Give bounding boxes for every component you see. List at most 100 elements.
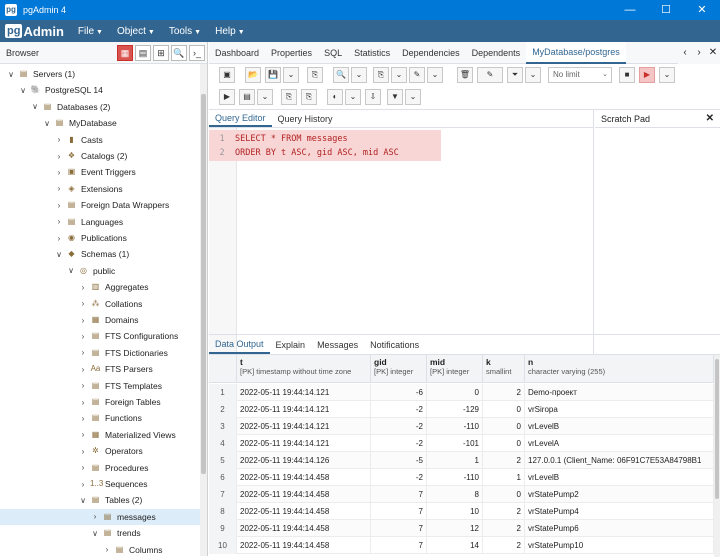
row-number-cell[interactable]: 2 — [209, 401, 237, 418]
table-cell-mid[interactable]: -110 — [427, 418, 483, 435]
table-cell-n[interactable]: vrLevelA — [525, 435, 714, 452]
save-icon[interactable]: 💾 — [265, 67, 281, 83]
explain-options-dropdown[interactable]: ⌄ — [257, 89, 273, 105]
chevron-right-icon[interactable]: › — [692, 42, 706, 64]
table-cell-k[interactable]: 0 — [483, 401, 525, 418]
grid-scrollbar[interactable] — [714, 355, 720, 557]
table-cell-t[interactable]: 2022-05-11 19:44:14.458 — [237, 486, 371, 503]
browser-scrollbar[interactable] — [200, 64, 207, 556]
table-row[interactable]: 7 2022-05-11 19:44:14.458 7 8 0 vrStatePump2 — [209, 486, 714, 503]
row-number-cell[interactable]: 9 — [209, 520, 237, 537]
table-cell-k[interactable]: 0 — [483, 435, 525, 452]
table-cell-k[interactable]: 2 — [483, 537, 525, 554]
expand-toggle-icon[interactable]: ∨ — [30, 102, 40, 111]
tab-dependencies[interactable]: Dependencies — [396, 42, 466, 64]
tree-node[interactable]: ∨ ▤ Databases (2) — [0, 99, 200, 115]
table-cell-n[interactable]: Demo-проект — [525, 384, 714, 401]
code-line[interactable]: 1 SELECT * FROM messages — [209, 132, 347, 146]
tree-node[interactable]: › ▦ Domains — [0, 312, 200, 328]
expand-toggle-icon[interactable]: › — [54, 217, 64, 226]
code-line[interactable]: 2 ORDER BY t ASC, gid ASC, mid ASC — [209, 146, 398, 160]
filter-options-dropdown[interactable]: ⌄ — [525, 67, 541, 83]
tree-node[interactable]: › ▤ Procedures — [0, 460, 200, 476]
tab-data-output[interactable]: Data Output — [209, 335, 270, 354]
close-icon[interactable]: ✕ — [706, 110, 714, 128]
execute-icon[interactable]: ▶ — [639, 67, 655, 83]
tree-node[interactable]: › ▤ Functions — [0, 410, 200, 426]
tab-explain[interactable]: Explain — [270, 335, 312, 354]
object-explorer-icon[interactable]: ▦ — [117, 45, 133, 61]
expand-toggle-icon[interactable]: ∨ — [6, 70, 16, 79]
table-cell-k[interactable]: 2 — [483, 452, 525, 469]
expand-toggle-icon[interactable]: › — [54, 201, 64, 210]
table-cell-mid[interactable]: 8 — [427, 486, 483, 503]
tab-sql[interactable]: SQL — [318, 42, 348, 64]
edit-icon[interactable]: ✎ — [477, 67, 503, 83]
save-options-dropdown[interactable]: ⌄ — [283, 67, 299, 83]
expand-toggle-icon[interactable]: › — [78, 381, 88, 390]
table-cell-mid[interactable]: -101 — [427, 435, 483, 452]
tree-node[interactable]: › 1..3 Sequences — [0, 476, 200, 492]
table-cell-mid[interactable]: -129 — [427, 401, 483, 418]
tree-node[interactable]: › ◈ Extensions — [0, 181, 200, 197]
maximize-button[interactable]: ☐ — [648, 0, 684, 20]
table-cell-gid[interactable]: -6 — [371, 384, 427, 401]
explain-analyze-icon[interactable]: ▤ — [239, 89, 255, 105]
tree-node[interactable]: ∨ ▤ trends — [0, 525, 200, 541]
row-number-cell[interactable]: 6 — [209, 469, 237, 486]
table-cell-gid[interactable]: 7 — [371, 520, 427, 537]
table-cell-n[interactable]: vrSiropa — [525, 401, 714, 418]
tree-node[interactable]: ∨ ▤ MyDatabase — [0, 115, 200, 131]
table-cell-t[interactable]: 2022-05-11 19:44:14.126 — [237, 452, 371, 469]
table-cell-n[interactable]: vrStatePump10 — [525, 537, 714, 554]
table-row[interactable]: 9 2022-05-11 19:44:14.458 7 12 2 vrStatePump6 — [209, 520, 714, 537]
tab-dependents[interactable]: Dependents — [466, 42, 527, 64]
row-number-cell[interactable]: 5 — [209, 452, 237, 469]
expand-toggle-icon[interactable]: ∨ — [90, 529, 100, 538]
tree-node[interactable]: ∨ 🐘 PostgreSQL 14 — [0, 82, 200, 98]
table-cell-gid[interactable]: 7 — [371, 503, 427, 520]
table-cell-gid[interactable]: 7 — [371, 537, 427, 554]
tree-node[interactable]: › ▤ messages — [0, 508, 200, 525]
chevron-left-icon[interactable]: ‹ — [678, 42, 692, 64]
tab-properties[interactable]: Properties — [265, 42, 318, 64]
tree-node[interactable]: › ▤ FTS Templates — [0, 378, 200, 394]
menu-help[interactable]: Help ▼ — [215, 26, 245, 37]
scrollbar-thumb[interactable] — [201, 94, 206, 474]
menu-object[interactable]: Object ▼ — [117, 26, 155, 37]
row-number-cell[interactable]: 7 — [209, 486, 237, 503]
tree-node[interactable]: ∨ ◆ Schemas (1) — [0, 246, 200, 262]
table-cell-mid[interactable]: 0 — [427, 384, 483, 401]
tree-node[interactable]: › ◉ Publications — [0, 230, 200, 246]
table-cell-mid[interactable]: 10 — [427, 503, 483, 520]
table-row[interactable]: 1 2022-05-11 19:44:14.121 -6 0 2 Demo-проект — [209, 384, 714, 401]
expand-toggle-icon[interactable]: › — [78, 332, 88, 341]
table-cell-k[interactable]: 2 — [483, 520, 525, 537]
tree-node[interactable]: › ▤ Columns — [0, 542, 200, 556]
table-cell-gid[interactable]: -2 — [371, 469, 427, 486]
expand-toggle-icon[interactable]: › — [78, 414, 88, 423]
expand-toggle-icon[interactable]: › — [90, 512, 100, 521]
table-cell-gid[interactable]: -2 — [371, 418, 427, 435]
expand-toggle-icon[interactable]: › — [54, 168, 64, 177]
expand-toggle-icon[interactable]: › — [78, 430, 88, 439]
download-icon[interactable]: ⇩ — [365, 89, 381, 105]
menu-tools[interactable]: Tools ▼ — [169, 26, 201, 37]
table-cell-mid[interactable]: -110 — [427, 469, 483, 486]
tree-node[interactable]: › ▣ Event Triggers — [0, 164, 200, 180]
row-number-cell[interactable]: 10 — [209, 537, 237, 554]
table-row[interactable]: 6 2022-05-11 19:44:14.458 -2 -110 1 vrLevelB — [209, 469, 714, 486]
tree-node[interactable]: › ▥ Aggregates — [0, 279, 200, 295]
paste-icon[interactable]: ✎ — [409, 67, 425, 83]
expand-toggle-icon[interactable]: › — [78, 480, 88, 489]
table-cell-n[interactable]: vrStatePump2 — [525, 486, 714, 503]
table-cell-k[interactable]: 1 — [483, 469, 525, 486]
table-cell-gid[interactable]: -2 — [371, 435, 427, 452]
scrollbar-thumb[interactable] — [715, 359, 719, 499]
row-number-cell[interactable]: 1 — [209, 384, 237, 401]
column-header-t[interactable]: t [PK] timestamp without time zone — [237, 355, 371, 383]
tab-statistics[interactable]: Statistics — [348, 42, 396, 64]
expand-toggle-icon[interactable]: › — [78, 463, 88, 472]
table-cell-mid[interactable]: 1 — [427, 452, 483, 469]
row-limit-select[interactable]: No limit ⌄ — [548, 67, 612, 83]
